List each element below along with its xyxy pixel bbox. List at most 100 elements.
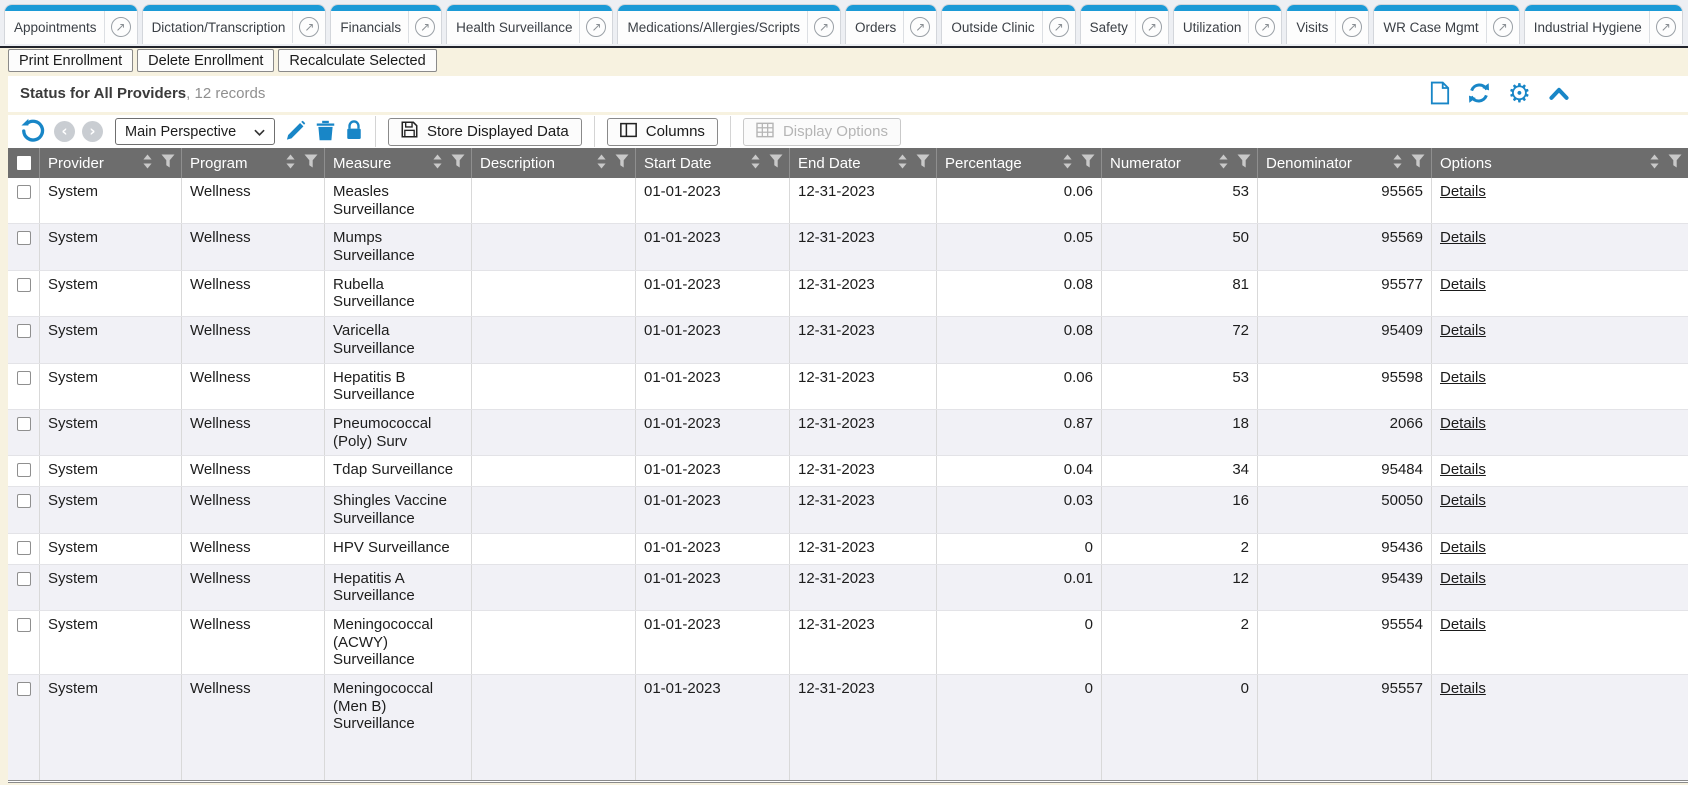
columns-button[interactable]: Columns xyxy=(607,118,718,146)
filter-icon[interactable] xyxy=(1081,154,1095,172)
row-checkbox[interactable] xyxy=(8,410,40,455)
filter-icon[interactable] xyxy=(769,154,783,172)
sort-icon[interactable] xyxy=(431,154,444,173)
open-in-window-button[interactable]: ↗ xyxy=(105,17,137,37)
sort-icon[interactable] xyxy=(749,154,762,173)
filter-icon[interactable] xyxy=(304,154,318,172)
details-link[interactable]: Details xyxy=(1440,616,1486,633)
column-header[interactable]: Description xyxy=(472,148,636,178)
open-in-window-button[interactable]: ↗ xyxy=(293,17,325,37)
details-link[interactable]: Details xyxy=(1440,680,1486,697)
column-header[interactable]: Provider xyxy=(40,148,182,178)
details-link[interactable]: Details xyxy=(1440,369,1486,386)
details-link[interactable]: Details xyxy=(1440,229,1486,246)
filter-icon[interactable] xyxy=(1411,154,1425,172)
sort-icon[interactable] xyxy=(141,154,154,173)
module-tab[interactable]: Visits ↗ xyxy=(1286,4,1369,44)
filter-icon[interactable] xyxy=(615,154,629,172)
details-link[interactable]: Details xyxy=(1440,415,1486,432)
nav-forward-button[interactable]: › xyxy=(82,121,103,142)
open-in-window-button[interactable]: ↗ xyxy=(1043,17,1075,37)
row-checkbox[interactable] xyxy=(8,487,40,532)
column-header[interactable]: Numerator xyxy=(1102,148,1258,178)
module-tab[interactable]: Health Surveillance ↗ xyxy=(446,4,613,44)
perspective-select[interactable]: Main Perspective xyxy=(115,118,275,145)
filter-icon[interactable] xyxy=(451,154,465,172)
details-link[interactable]: Details xyxy=(1440,276,1486,293)
cell-options: Details xyxy=(1432,565,1688,610)
module-tab[interactable]: Financials ↗ xyxy=(330,4,442,44)
sort-icon[interactable] xyxy=(1391,154,1404,173)
lock-perspective-button[interactable] xyxy=(345,119,363,144)
column-header[interactable]: Denominator xyxy=(1258,148,1432,178)
nav-back-button[interactable]: ‹ xyxy=(54,121,75,142)
column-header[interactable]: Program xyxy=(182,148,325,178)
column-header[interactable]: Options xyxy=(1432,148,1688,178)
row-checkbox[interactable] xyxy=(8,534,40,564)
cell-numerator: 72 xyxy=(1102,317,1258,362)
module-tab[interactable]: Appointments ↗ xyxy=(4,4,138,44)
module-tab[interactable]: Industrial Hygiene ↗ xyxy=(1524,4,1683,44)
sort-icon[interactable] xyxy=(896,154,909,173)
sort-icon[interactable] xyxy=(1648,154,1661,173)
edit-perspective-button[interactable] xyxy=(285,120,306,144)
module-tab[interactable]: WR Case Mgmt ↗ xyxy=(1373,4,1519,44)
open-in-window-button[interactable]: ↗ xyxy=(409,17,441,37)
row-checkbox[interactable] xyxy=(8,224,40,269)
open-in-window-button[interactable]: ↗ xyxy=(1487,17,1519,37)
sort-icon[interactable] xyxy=(284,154,297,173)
details-link[interactable]: Details xyxy=(1440,539,1486,556)
new-document-button[interactable] xyxy=(1430,81,1450,108)
cell-provider: System xyxy=(40,675,182,780)
column-header[interactable]: Measure xyxy=(325,148,472,178)
module-tab[interactable]: Medications/Allergies/Scripts ↗ xyxy=(617,4,841,44)
collapse-panel-button[interactable] xyxy=(1548,85,1570,104)
module-tab[interactable]: Dictation/Transcription ↗ xyxy=(142,4,327,44)
row-checkbox[interactable] xyxy=(8,456,40,486)
print-enrollment-button[interactable]: Print Enrollment xyxy=(8,49,133,72)
open-in-window-button[interactable]: ↗ xyxy=(1336,17,1368,37)
undo-button[interactable] xyxy=(20,118,45,146)
open-in-window-button[interactable]: ↗ xyxy=(1249,17,1281,37)
delete-perspective-button[interactable] xyxy=(316,120,335,144)
store-displayed-data-button[interactable]: Store Displayed Data xyxy=(388,118,582,146)
details-link[interactable]: Details xyxy=(1440,322,1486,339)
sort-icon[interactable] xyxy=(1217,154,1230,173)
refresh-button[interactable] xyxy=(1467,81,1491,108)
cell-provider: System xyxy=(40,410,182,455)
row-checkbox[interactable] xyxy=(8,178,40,223)
open-in-window-button[interactable]: ↗ xyxy=(1136,17,1168,37)
column-header[interactable]: End Date xyxy=(790,148,937,178)
module-tab[interactable]: Outside Clinic ↗ xyxy=(941,4,1075,44)
module-tab[interactable]: Safety ↗ xyxy=(1080,4,1169,44)
select-all-checkbox[interactable] xyxy=(8,148,40,178)
module-tab[interactable]: Utilization ↗ xyxy=(1173,4,1283,44)
column-header[interactable]: Percentage xyxy=(937,148,1102,178)
delete-enrollment-button[interactable]: Delete Enrollment xyxy=(137,49,274,72)
row-checkbox[interactable] xyxy=(8,271,40,316)
details-link[interactable]: Details xyxy=(1440,492,1486,509)
row-checkbox[interactable] xyxy=(8,317,40,362)
details-link[interactable]: Details xyxy=(1440,570,1486,587)
row-checkbox[interactable] xyxy=(8,364,40,409)
row-checkbox[interactable] xyxy=(8,565,40,610)
sort-icon[interactable] xyxy=(1061,154,1074,173)
filter-icon[interactable] xyxy=(161,154,175,172)
table-row: System Wellness HPV Surveillance 01-01-2… xyxy=(8,533,1688,564)
recalculate-selected-button[interactable]: Recalculate Selected xyxy=(278,49,436,72)
module-tab[interactable]: Orders ↗ xyxy=(845,4,937,44)
details-link[interactable]: Details xyxy=(1440,183,1486,200)
row-checkbox[interactable] xyxy=(8,611,40,674)
open-in-window-button[interactable]: ↗ xyxy=(808,17,840,37)
filter-icon[interactable] xyxy=(916,154,930,172)
open-in-window-button[interactable]: ↗ xyxy=(580,17,612,37)
column-header[interactable]: Start Date xyxy=(636,148,790,178)
details-link[interactable]: Details xyxy=(1440,461,1486,478)
open-in-window-button[interactable]: ↗ xyxy=(1650,17,1682,37)
row-checkbox[interactable] xyxy=(8,675,40,780)
filter-icon[interactable] xyxy=(1668,154,1682,172)
settings-button[interactable]: ⚙ xyxy=(1508,82,1531,106)
filter-icon[interactable] xyxy=(1237,154,1251,172)
open-in-window-button[interactable]: ↗ xyxy=(904,17,936,37)
sort-icon[interactable] xyxy=(595,154,608,173)
